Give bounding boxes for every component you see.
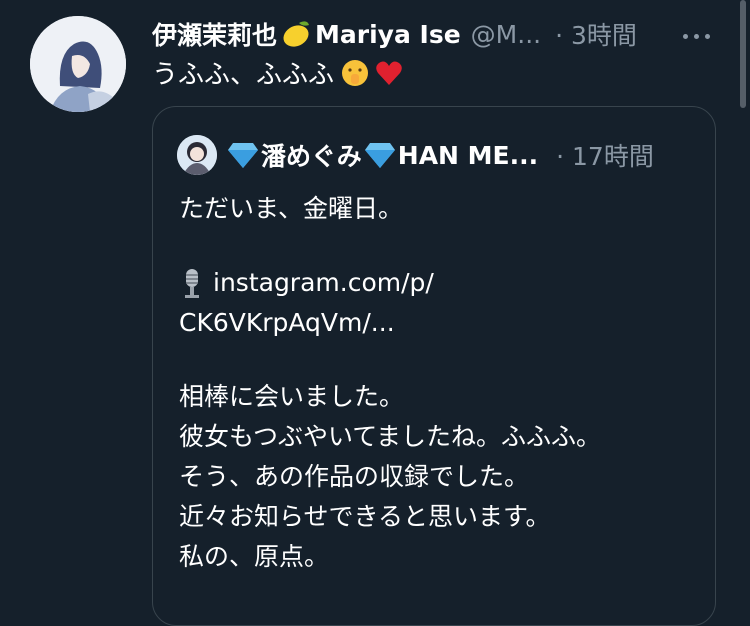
display-name[interactable]: 伊瀬茉莉也 [152, 16, 277, 52]
quoted-avatar[interactable] [177, 135, 217, 175]
microphone-icon [179, 267, 205, 299]
quoted-blank-line [179, 229, 689, 263]
quoted-line: 彼女もつぶやいてましたね。ふふふ。 [179, 422, 602, 451]
handle[interactable]: @M... [471, 20, 541, 49]
red-heart-icon [374, 58, 404, 88]
timestamp[interactable]: · 3時間 [555, 16, 637, 52]
quoted-link-line[interactable]: instagram.com/p/ [179, 263, 689, 303]
more-icon[interactable] [676, 16, 716, 56]
gem-icon [227, 141, 259, 169]
quoted-blank-line [179, 343, 689, 377]
quoted-tweet-body: ただいま、金曜日。 instagram.com/p/ CK6VKrpAqVm/.… [179, 189, 689, 577]
quoted-tweet-card[interactable]: 潘めぐみ HAN ME... · 17時間 ただいま、金曜日。 instagra… [152, 106, 716, 626]
lemon-icon [279, 17, 313, 51]
instagram-link[interactable]: instagram.com/p/ [213, 263, 434, 303]
quoted-line: 相棒に会いました。 [179, 382, 405, 411]
quoted-line: 近々お知らせできると思います。 [179, 502, 551, 531]
gem-icon [364, 141, 396, 169]
tweet-text-content: うふふ、ふふふ [152, 60, 335, 90]
tweet-header: 伊瀬茉莉也 Mariya Ise @M... · 3時間 [152, 14, 732, 54]
quoted-name-text: 潘めぐみ [261, 142, 362, 171]
quoted-tweet-header: 潘めぐみ HAN ME... · 17時間 [177, 135, 654, 175]
tweet-text: うふふ、ふふふ [152, 54, 404, 91]
quoted-line: 私の、原点。 [179, 542, 330, 571]
shushing-face-icon [340, 58, 370, 88]
instagram-link-continued[interactable]: CK6VKrpAqVm/... [179, 303, 689, 343]
quoted-line: ただいま、金曜日。 [179, 194, 404, 223]
quoted-line: そう、あの作品の収録でした。 [179, 462, 530, 491]
display-name-suffix[interactable]: Mariya Ise [315, 20, 461, 49]
avatar[interactable] [30, 16, 126, 112]
quoted-display-name[interactable]: 潘めぐみ HAN ME... [227, 137, 538, 173]
quoted-timestamp[interactable]: · 17時間 [556, 137, 654, 173]
quoted-name-suffix: HAN ME... [397, 140, 539, 170]
tweet[interactable]: 伊瀬茉莉也 Mariya Ise @M... · 3時間 うふふ、ふふふ 潘めぐ… [0, 0, 750, 626]
